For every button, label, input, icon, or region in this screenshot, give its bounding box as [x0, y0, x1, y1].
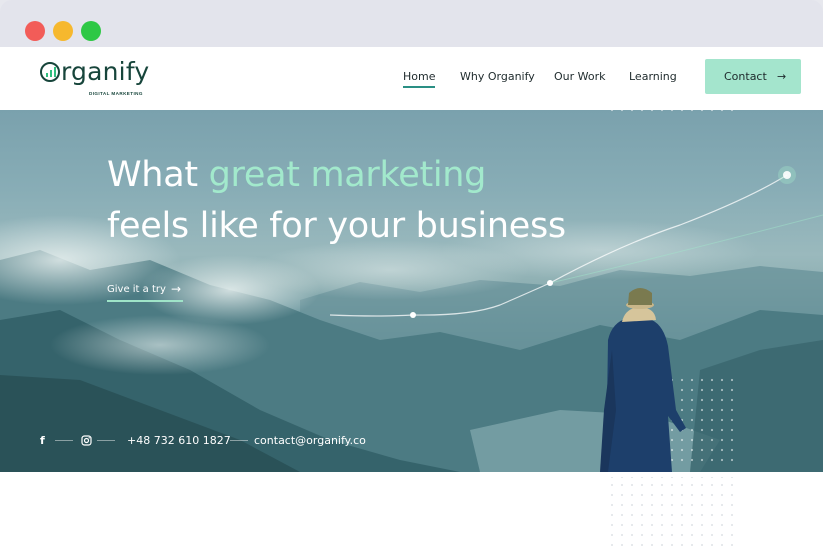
active-nav-underline	[403, 86, 436, 88]
contact-button-label: Contact	[724, 70, 767, 83]
nav-home-label: Home	[403, 70, 436, 83]
divider	[55, 440, 73, 441]
instagram-icon[interactable]	[81, 434, 92, 448]
arrow-right-icon: →	[777, 70, 787, 83]
contact-button[interactable]: Contact →	[705, 59, 801, 94]
email-link[interactable]: contact@organify.co	[254, 434, 366, 447]
phone-link[interactable]: +48 732 610 1827	[127, 434, 231, 447]
web-page: rganify DIGITAL MARKETING Home Why Organ…	[0, 47, 823, 549]
nav-our-work[interactable]: Our Work	[554, 70, 606, 83]
try-link-label: Give it a try	[107, 284, 166, 295]
nav-why-organify[interactable]: Why Organify	[460, 70, 535, 83]
window-close-button[interactable]	[25, 21, 45, 41]
logo-chart-icon	[40, 62, 60, 82]
browser-title-bar	[0, 0, 823, 47]
logo-name: rganify	[61, 57, 150, 86]
try-link-underline	[107, 300, 183, 302]
window-minimize-button[interactable]	[53, 21, 73, 41]
facebook-icon[interactable]: f	[40, 434, 45, 447]
hero-section: What great marketing feels like for your…	[0, 110, 823, 472]
decorative-dot-grid	[611, 477, 733, 546]
nav-home[interactable]: Home	[403, 70, 436, 88]
headline-accent: great marketing	[208, 155, 487, 195]
give-it-a-try-link[interactable]: Give it a try →	[107, 282, 183, 302]
arrow-right-icon: →	[171, 282, 182, 296]
divider	[230, 440, 248, 441]
divider	[97, 440, 115, 441]
site-header: rganify DIGITAL MARKETING Home Why Organ…	[0, 47, 823, 109]
hero-headline-line1: What great marketing	[107, 155, 486, 195]
logo-wordmark: rganify	[40, 57, 149, 86]
headline-prefix: What	[107, 155, 209, 195]
window-maximize-button[interactable]	[81, 21, 101, 41]
organify-logo[interactable]: rganify DIGITAL MARKETING	[40, 57, 170, 102]
nav-learning[interactable]: Learning	[629, 70, 677, 83]
hero-headline-line2: feels like for your business	[107, 206, 566, 246]
logo-tagline: DIGITAL MARKETING	[89, 91, 143, 96]
